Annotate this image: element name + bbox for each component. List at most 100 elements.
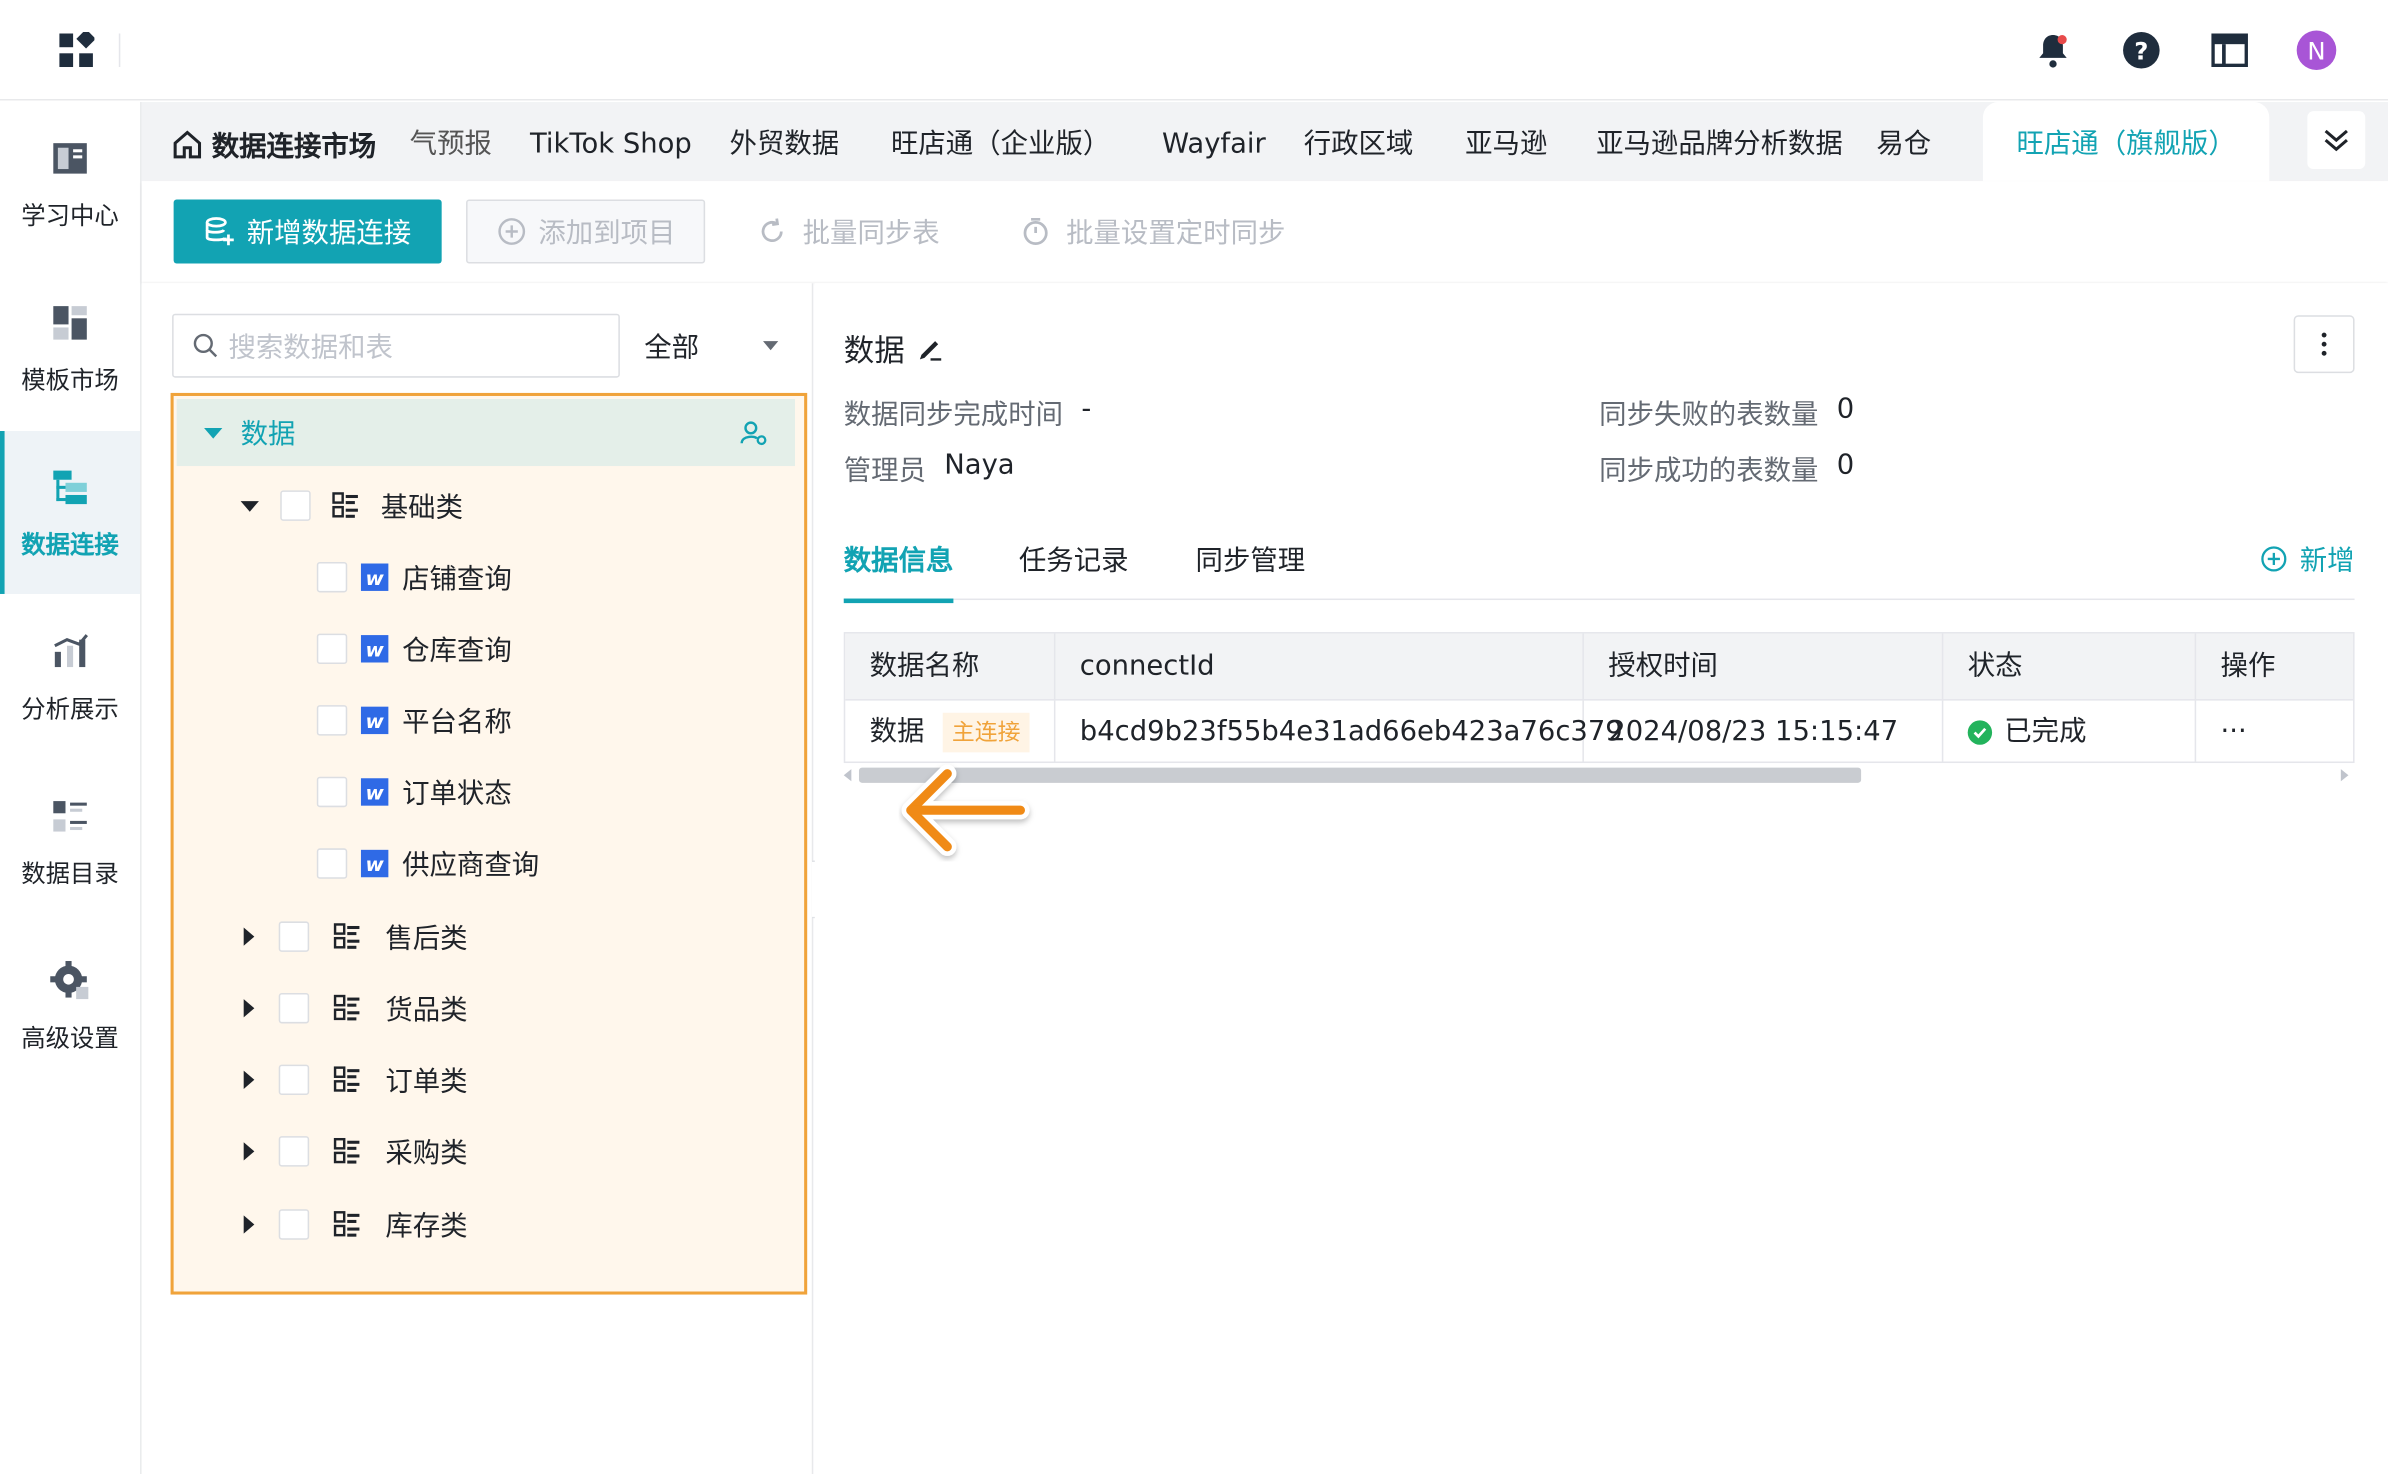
folder-table-icon [333,1211,360,1237]
batch-sync-button[interactable]: 批量同步表 [757,200,940,264]
tree-leaf-order-status[interactable]: w 订单状态 [316,769,512,815]
data-tree-panel: 搜索数据和表 全部 数据 基础类 w 店铺查询 w 仓库查询 w 平台名称 w … [141,283,814,1474]
nav-item-analysis[interactable]: 分析展示 [0,595,140,758]
meta-sync-done: 数据同步完成时间 - [844,393,1091,433]
tree-group-goods[interactable]: 货品类 [243,985,468,1031]
add-to-project-button[interactable]: 添加到项目 [466,199,706,264]
tree-leaf-platform-name[interactable]: w 平台名称 [316,698,512,744]
row-actions-button[interactable]: ··· [2196,701,2356,763]
logo-divider [118,33,121,68]
checkbox[interactable] [316,776,348,808]
new-connection-button[interactable]: 新增数据连接 [173,199,442,264]
tab-admin-region[interactable]: 行政区域 [1304,102,1414,181]
add-button[interactable]: 新增 [2260,539,2355,579]
tabs-more-button[interactable] [2307,111,2366,170]
tab-sync-management[interactable]: 同步管理 [1196,539,1306,579]
nav-item-learning-center[interactable]: 学习中心 [0,102,140,265]
tree-leaf-label: 仓库查询 [402,635,512,668]
more-options-button[interactable] [2293,315,2355,374]
checkbox[interactable] [278,921,310,952]
connections-table: 数据名称 connectId 授权时间 状态 操作 数据 主连接 b4cd9b2… [843,632,2356,764]
caret-down-icon[interactable] [204,427,223,438]
bell-icon[interactable] [2032,29,2075,72]
timer-icon [1023,217,1048,246]
scroll-right-icon[interactable] [2340,769,2349,782]
tree-group-basic[interactable]: 基础类 [240,483,463,529]
filter-select[interactable]: 全部 [644,314,790,378]
caret-right-icon[interactable] [243,1215,255,1234]
checkbox[interactable] [280,490,311,521]
svg-text:w: w [366,853,385,876]
edit-icon[interactable] [917,334,944,361]
meta-label: 同步成功的表数量 [1599,455,1819,488]
tree-group-purchase[interactable]: 采购类 [243,1129,468,1175]
tree-leaf-supplier-query[interactable]: w 供应商查询 [316,841,539,887]
checkbox[interactable] [278,992,310,1024]
search-icon [193,333,218,358]
nav-label: 学习中心 [21,200,119,230]
tree-group-after-sales[interactable]: 售后类 [243,914,468,960]
kebab-icon [2321,332,2327,356]
tab-wangdiantong-enterprise[interactable]: 旺店通（企业版） [891,102,1110,181]
cell-auth-time: 2024/08/23 15:15:47 [1584,700,1944,764]
wangdiantong-table-icon: w [360,778,389,806]
left-nav: 学习中心 模板市场 数据连接 分析展示 数据目录 高级设置 [0,102,142,1474]
help-icon[interactable]: ? [2120,29,2163,72]
table-horizontal-scrollbar[interactable] [843,766,2355,784]
book-icon [53,142,87,173]
table-header: 数据名称 connectId 授权时间 状态 操作 [845,633,2354,701]
nav-label: 高级设置 [21,1022,119,1052]
nav-label: 分析展示 [21,693,119,723]
tab-foreign-trade[interactable]: 外贸数据 [730,102,840,181]
nav-item-template-market[interactable]: 模板市场 [0,267,140,430]
apps-icon[interactable] [58,31,95,69]
cell-name: 数据 主连接 [845,700,1056,764]
tab-data-info[interactable]: 数据信息 [843,539,954,604]
detail-tabs: 数据信息 任务记录 同步管理 新增 [843,518,2355,604]
tab-wayfair[interactable]: Wayfair [1162,102,1266,181]
tree-group-orders[interactable]: 订单类 [243,1057,468,1103]
main-connection-badge: 主连接 [942,712,1030,752]
caret-right-icon[interactable] [243,927,255,946]
checkbox[interactable] [278,1064,310,1096]
tree-group-inventory[interactable]: 库存类 [243,1202,468,1248]
nav-label: 模板市场 [21,364,119,394]
checkbox[interactable] [316,561,348,593]
nav-item-advanced-settings[interactable]: 高级设置 [0,924,140,1087]
checkbox[interactable] [278,1209,310,1240]
tab-weather[interactable]: 气预报 [410,102,492,181]
table-row[interactable]: 数据 主连接 b4cd9b23f55b4e31ad66eb423a76c379 … [845,700,2356,764]
user-settings-icon[interactable] [740,419,767,446]
tab-amazon-brand[interactable]: 亚马逊品牌分析数据 [1596,102,1843,181]
checkbox[interactable] [278,1136,310,1167]
nav-item-data-catalog[interactable]: 数据目录 [0,760,140,923]
checkbox[interactable] [316,633,348,665]
caret-down-icon[interactable] [240,500,259,511]
meta-value: Naya [944,449,1015,482]
row-name: 数据 [869,715,925,748]
caret-right-icon[interactable] [243,1070,255,1089]
avatar[interactable]: N [2296,30,2337,71]
tab-task-records[interactable]: 任务记录 [1019,539,1129,579]
checkbox[interactable] [316,705,348,736]
tree-root[interactable]: 数据 [176,399,796,467]
checkbox[interactable] [316,848,348,879]
tree-leaf-warehouse-query[interactable]: w 仓库查询 [316,626,512,672]
tab-yicang[interactable]: 易仓 [1876,102,1931,181]
tab-wangdiantong-flagship[interactable]: 旺店通（旗舰版） [1982,102,2270,182]
column-header: 授权时间 [1584,633,1944,701]
double-chevron-down-icon [2324,129,2348,152]
tab-tiktok-shop[interactable]: TikTok Shop [530,102,692,181]
layout-icon[interactable] [2208,29,2251,72]
folder-table-icon [333,923,360,949]
batch-schedule-button[interactable]: 批量设置定时同步 [1020,200,1285,264]
tab-home[interactable]: 数据连接市场 [172,102,376,187]
caret-right-icon[interactable] [243,1142,255,1161]
search-input[interactable]: 搜索数据和表 [172,313,620,378]
caret-right-icon[interactable] [243,999,255,1018]
tree-leaf-store-query[interactable]: w 店铺查询 [316,554,512,600]
scroll-left-icon[interactable] [843,769,852,782]
new-connection-label: 新增数据连接 [246,217,412,250]
tab-amazon[interactable]: 亚马逊 [1465,102,1547,181]
nav-item-data-connect[interactable]: 数据连接 [0,431,141,594]
